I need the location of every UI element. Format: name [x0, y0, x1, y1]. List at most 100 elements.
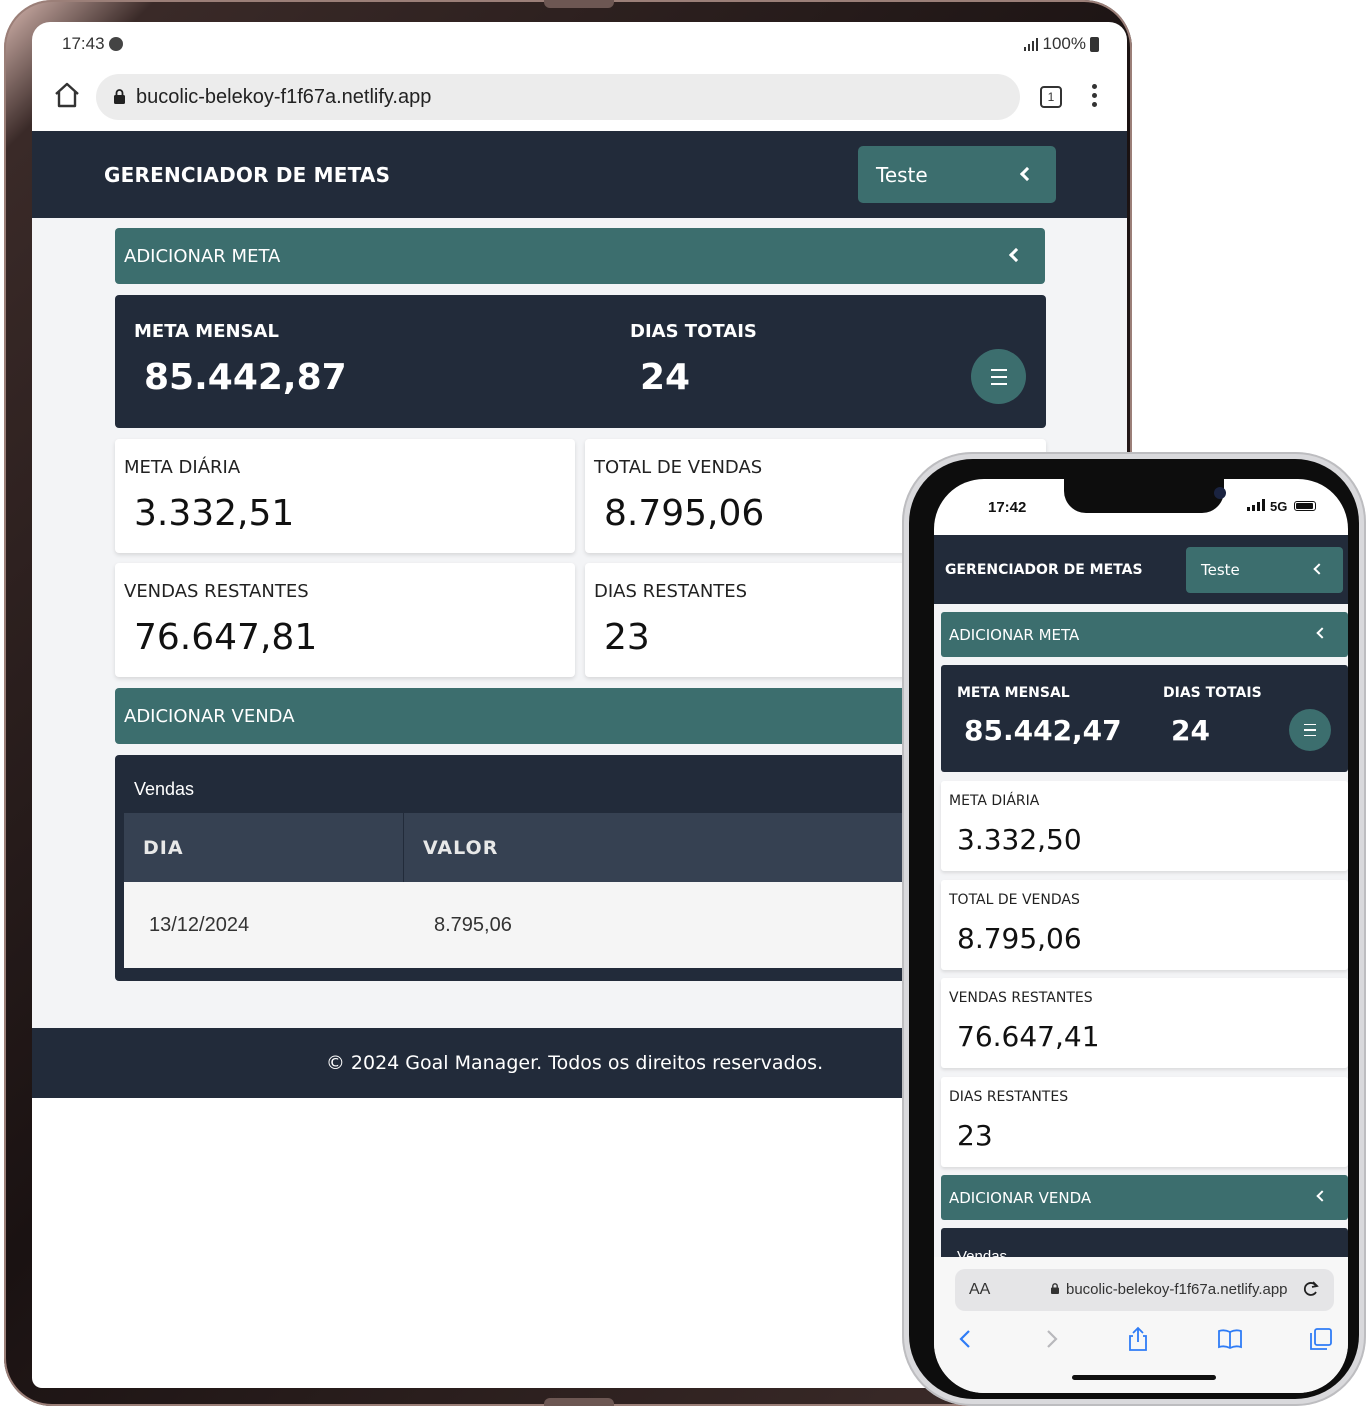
forward-icon[interactable]: [1037, 1325, 1065, 1353]
status-time: 17:43: [62, 34, 105, 53]
browser-toolbar: bucolic-belekoy-f1f67a.netlify.app 1: [32, 68, 1127, 132]
lock-icon: [1051, 1283, 1059, 1294]
total-sales-card: TOTAL DE VENDAS 8.795,06: [941, 880, 1348, 970]
remaining-sales-card: VENDAS RESTANTES 76.647,41: [941, 978, 1348, 1068]
daily-goal-card: META DIÁRIA 3.332,50: [941, 781, 1348, 871]
add-goal-label: ADICIONAR META: [949, 625, 1080, 644]
remaining-days-value: 23: [957, 1119, 993, 1152]
signal-icon: [1023, 38, 1038, 51]
bookmarks-icon[interactable]: [1216, 1325, 1244, 1353]
status-battery-text: 100%: [1042, 34, 1086, 53]
tabs-count-button[interactable]: 1: [1040, 86, 1062, 108]
url-text: bucolic-belekoy-f1f67a.netlify.app: [1066, 1281, 1288, 1298]
goal-summary-panel: META MENSAL 85.442,47 DIAS TOTAIS 24: [941, 665, 1348, 772]
column-header-day: DIA: [143, 837, 184, 859]
daily-goal-value: 3.332,50: [957, 823, 1082, 856]
signal-icon: [1247, 499, 1265, 511]
add-goal-toggle[interactable]: ADICIONAR META: [115, 228, 1045, 284]
total-days-label: DIAS TOTAIS: [1163, 685, 1262, 701]
daily-goal-value: 3.332,51: [134, 493, 295, 534]
sales-title: Vendas: [134, 779, 195, 799]
menu-icon[interactable]: [1289, 709, 1331, 751]
monthly-goal-value: 85.442,87: [144, 357, 347, 398]
monthly-goal-label: META MENSAL: [957, 685, 1070, 701]
remaining-days-label: DIAS RESTANTES: [949, 1089, 1069, 1105]
table-header: DIA VALOR: [124, 813, 1036, 882]
total-days-label: DIAS TOTAIS: [630, 321, 757, 342]
total-sales-label: TOTAL DE VENDAS: [949, 892, 1080, 908]
daily-goal-label: META DIÁRIA: [124, 457, 241, 478]
remaining-sales-label: VENDAS RESTANTES: [949, 990, 1093, 1006]
phone-status-time: 17:42: [988, 499, 1027, 516]
tablet-status-bar: 17:43 100%: [32, 22, 1127, 68]
phone-screen: 17:42 5G GERENCIADOR DE METAS Teste ADIC…: [934, 479, 1348, 1393]
battery-icon: [1090, 36, 1099, 52]
chevron-left-icon: [1316, 1190, 1328, 1202]
url-text: bucolic-belekoy-f1f67a.netlify.app: [136, 85, 432, 108]
total-days-value: 24: [640, 357, 691, 398]
safari-toolbar: AA bucolic-belekoy-f1f67a.netlify.app: [934, 1257, 1348, 1393]
share-icon[interactable]: [1124, 1325, 1152, 1353]
total-sales-value: 8.795,06: [957, 922, 1082, 955]
spotify-icon: [108, 37, 123, 51]
main-content: ADICIONAR META META MENSAL 85.442,47 DIA…: [934, 604, 1348, 1288]
total-days-value: 24: [1171, 714, 1210, 747]
add-sale-label: ADICIONAR VENDA: [124, 705, 295, 727]
hinge-top: [544, 0, 614, 8]
app-header: GERENCIADOR DE METAS Teste: [934, 535, 1348, 604]
column-header-value: VALOR: [423, 837, 499, 859]
remaining-days-label: DIAS RESTANTES: [594, 581, 748, 602]
add-sale-toggle[interactable]: ADICIONAR VENDA: [941, 1175, 1348, 1220]
user-dropdown-button[interactable]: Teste: [1186, 547, 1343, 593]
cell-day: 13/12/2024: [149, 914, 250, 936]
user-dropdown-button[interactable]: Teste: [858, 146, 1056, 203]
safari-nav-bar: [934, 1325, 1348, 1355]
remaining-sales-label: VENDAS RESTANTES: [124, 581, 309, 602]
remaining-days-card: DIAS RESTANTES 23: [941, 1077, 1348, 1167]
reload-icon[interactable]: [1301, 1279, 1321, 1299]
url-field[interactable]: bucolic-belekoy-f1f67a.netlify.app: [96, 74, 1020, 120]
goal-summary-panel: META MENSAL 85.442,87 DIAS TOTAIS 24: [115, 295, 1046, 428]
add-goal-label: ADICIONAR META: [124, 245, 281, 267]
camera-icon: [1214, 487, 1226, 499]
home-icon[interactable]: [52, 80, 82, 110]
monthly-goal-value: 85.442,47: [964, 714, 1122, 747]
footer-text: © 2024 Goal Manager. Todos os direitos r…: [325, 1052, 824, 1074]
battery-icon: [1294, 501, 1316, 511]
user-name: Teste: [1201, 561, 1240, 579]
tabs-icon[interactable]: [1307, 1325, 1335, 1353]
sales-table: DIA VALOR 13/12/2024 8.795,06: [124, 813, 1036, 970]
table-row[interactable]: 13/12/2024 8.795,06: [124, 882, 1036, 968]
add-goal-toggle[interactable]: ADICIONAR META: [941, 612, 1348, 657]
chevron-left-icon: [1008, 247, 1024, 263]
remaining-days-value: 23: [604, 617, 650, 658]
back-icon[interactable]: [952, 1325, 980, 1353]
network-label: 5G: [1270, 499, 1288, 514]
menu-icon[interactable]: [971, 349, 1026, 404]
daily-goal-label: META DIÁRIA: [949, 793, 1040, 809]
phone-device: 17:42 5G GERENCIADOR DE METAS Teste ADIC…: [902, 452, 1366, 1406]
cell-value: 8.795,06: [434, 914, 512, 936]
remaining-sales-card: VENDAS RESTANTES 76.647,81: [115, 563, 575, 677]
app-brand: GERENCIADOR DE METAS: [104, 163, 391, 187]
home-indicator[interactable]: [1072, 1375, 1216, 1380]
url-field[interactable]: AA bucolic-belekoy-f1f67a.netlify.app: [955, 1269, 1334, 1311]
chevron-left-icon: [1019, 166, 1035, 182]
daily-goal-card: META DIÁRIA 3.332,51: [115, 439, 575, 553]
lock-icon: [114, 89, 125, 104]
more-options-icon[interactable]: [1087, 82, 1101, 110]
add-sale-label: ADICIONAR VENDA: [949, 1188, 1092, 1207]
remaining-sales-value: 76.647,41: [957, 1020, 1100, 1053]
remaining-sales-value: 76.647,81: [134, 617, 318, 658]
chevron-left-icon: [1313, 563, 1325, 575]
user-name: Teste: [876, 162, 928, 187]
app-header: GERENCIADOR DE METAS Teste: [32, 131, 1127, 218]
monthly-goal-label: META MENSAL: [134, 321, 279, 342]
phone-notch: [1064, 479, 1226, 513]
total-sales-label: TOTAL DE VENDAS: [594, 457, 763, 478]
total-sales-value: 8.795,06: [604, 493, 765, 534]
app-brand: GERENCIADOR DE METAS: [945, 562, 1143, 578]
reader-aa-button[interactable]: AA: [969, 1281, 990, 1299]
hinge-bottom: [544, 1398, 614, 1406]
chevron-left-icon: [1316, 627, 1328, 639]
